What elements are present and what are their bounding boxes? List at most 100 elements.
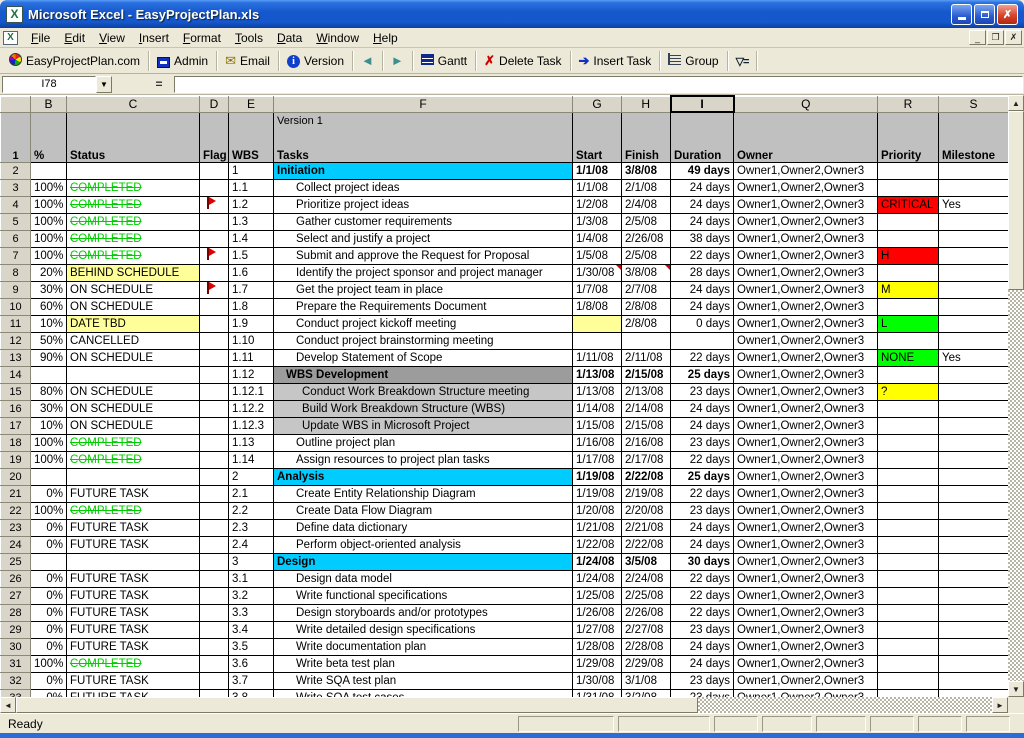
- restore-button[interactable]: [974, 4, 995, 25]
- row-header-26[interactable]: 26: [1, 570, 31, 587]
- cell-S26[interactable]: [939, 570, 1009, 587]
- cell-I31[interactable]: 24 days: [671, 655, 734, 672]
- cell-R8[interactable]: [878, 264, 939, 281]
- cell-G10[interactable]: 1/8/08: [573, 298, 622, 315]
- row-header-18[interactable]: 18: [1, 434, 31, 451]
- cell-Q9[interactable]: Owner1,Owner2,Owner3: [734, 281, 878, 298]
- cell-S9[interactable]: [939, 281, 1009, 298]
- cell-S33[interactable]: [939, 689, 1009, 697]
- cell-F22[interactable]: Create Data Flow Diagram: [274, 502, 573, 519]
- cell-C13[interactable]: ON SCHEDULE: [67, 349, 200, 366]
- cell-S17[interactable]: [939, 417, 1009, 434]
- menu-item-window[interactable]: Window: [309, 29, 366, 47]
- row-header-1[interactable]: 1: [1, 112, 31, 162]
- cell-S20[interactable]: [939, 468, 1009, 485]
- vertical-scrollbar[interactable]: ▲ ▼: [1008, 95, 1024, 697]
- select-all-corner[interactable]: [1, 96, 31, 112]
- cell-I11[interactable]: 0 days: [671, 315, 734, 332]
- cell-E10[interactable]: 1.8: [229, 298, 274, 315]
- cell-D23[interactable]: [200, 519, 229, 536]
- cell-B29[interactable]: 0%: [31, 621, 67, 638]
- cell-I12[interactable]: [671, 332, 734, 349]
- cell-H25[interactable]: 3/5/08: [622, 553, 671, 570]
- cell-F13[interactable]: Develop Statement of Scope: [274, 349, 573, 366]
- column-header-Q[interactable]: Q: [734, 96, 878, 112]
- cell-G33[interactable]: 1/31/08: [573, 689, 622, 697]
- cell-R15[interactable]: ?: [878, 383, 939, 400]
- cell-R28[interactable]: [878, 604, 939, 621]
- cell-E19[interactable]: 1.14: [229, 451, 274, 468]
- cell-R32[interactable]: [878, 672, 939, 689]
- cell-D1[interactable]: Flag: [200, 112, 229, 162]
- cell-S1[interactable]: Milestone: [939, 112, 1009, 162]
- cell-Q2[interactable]: Owner1,Owner2,Owner3: [734, 162, 878, 179]
- formula-input[interactable]: [174, 76, 1023, 93]
- cell-Q19[interactable]: Owner1,Owner2,Owner3: [734, 451, 878, 468]
- cell-D26[interactable]: [200, 570, 229, 587]
- cell-B12[interactable]: 50%: [31, 332, 67, 349]
- cell-B4[interactable]: 100%: [31, 196, 67, 213]
- cell-F31[interactable]: Write beta test plan: [274, 655, 573, 672]
- cell-E16[interactable]: 1.12.2: [229, 400, 274, 417]
- row-header-29[interactable]: 29: [1, 621, 31, 638]
- cell-I14[interactable]: 25 days: [671, 366, 734, 383]
- cell-Q13[interactable]: Owner1,Owner2,Owner3: [734, 349, 878, 366]
- cell-D15[interactable]: [200, 383, 229, 400]
- cell-H17[interactable]: 2/15/08: [622, 417, 671, 434]
- cell-F14[interactable]: WBS Development: [274, 366, 573, 383]
- cell-Q26[interactable]: Owner1,Owner2,Owner3: [734, 570, 878, 587]
- toolbar-button-gantt[interactable]: Gantt: [415, 50, 473, 72]
- cell-B17[interactable]: 10%: [31, 417, 67, 434]
- cell-D22[interactable]: [200, 502, 229, 519]
- cell-D7[interactable]: [200, 247, 229, 264]
- cell-H16[interactable]: 2/14/08: [622, 400, 671, 417]
- toolbar-button-delete-task[interactable]: ✗Delete Task: [478, 50, 567, 72]
- cell-E20[interactable]: 2: [229, 468, 274, 485]
- horizontal-scrollbar[interactable]: ◄ ►: [0, 697, 1008, 713]
- cell-H8[interactable]: 3/8/08: [622, 264, 671, 281]
- cell-S4[interactable]: Yes: [939, 196, 1009, 213]
- cell-S5[interactable]: [939, 213, 1009, 230]
- cell-S11[interactable]: [939, 315, 1009, 332]
- cell-E28[interactable]: 3.3: [229, 604, 274, 621]
- cell-F20[interactable]: Analysis: [274, 468, 573, 485]
- cell-B11[interactable]: 10%: [31, 315, 67, 332]
- cell-H20[interactable]: 2/22/08: [622, 468, 671, 485]
- row-header-25[interactable]: 25: [1, 553, 31, 570]
- cell-B26[interactable]: 0%: [31, 570, 67, 587]
- cell-F7[interactable]: Submit and approve the Request for Propo…: [274, 247, 573, 264]
- cell-E26[interactable]: 3.1: [229, 570, 274, 587]
- toolbar-button-easyprojectplan-com[interactable]: EasyProjectPlan.com: [3, 50, 146, 72]
- cell-G25[interactable]: 1/24/08: [573, 553, 622, 570]
- cell-Q20[interactable]: Owner1,Owner2,Owner3: [734, 468, 878, 485]
- row-header-8[interactable]: 8: [1, 264, 31, 281]
- cell-E23[interactable]: 2.3: [229, 519, 274, 536]
- cell-Q4[interactable]: Owner1,Owner2,Owner3: [734, 196, 878, 213]
- cell-Q17[interactable]: Owner1,Owner2,Owner3: [734, 417, 878, 434]
- cell-R24[interactable]: [878, 536, 939, 553]
- cell-D10[interactable]: [200, 298, 229, 315]
- cell-D3[interactable]: [200, 179, 229, 196]
- cell-B15[interactable]: 80%: [31, 383, 67, 400]
- cell-B13[interactable]: 90%: [31, 349, 67, 366]
- cell-D31[interactable]: [200, 655, 229, 672]
- cell-F5[interactable]: Gather customer requirements: [274, 213, 573, 230]
- row-header-3[interactable]: 3: [1, 179, 31, 196]
- cell-S14[interactable]: [939, 366, 1009, 383]
- cell-Q27[interactable]: Owner1,Owner2,Owner3: [734, 587, 878, 604]
- row-header-7[interactable]: 7: [1, 247, 31, 264]
- cell-I24[interactable]: 24 days: [671, 536, 734, 553]
- cell-R17[interactable]: [878, 417, 939, 434]
- edit-formula-button[interactable]: =: [150, 76, 168, 92]
- cell-B22[interactable]: 100%: [31, 502, 67, 519]
- cell-F1[interactable]: TasksVersion 1: [274, 112, 573, 162]
- cell-G12[interactable]: [573, 332, 622, 349]
- row-header-20[interactable]: 20: [1, 468, 31, 485]
- cell-S27[interactable]: [939, 587, 1009, 604]
- cell-S13[interactable]: Yes: [939, 349, 1009, 366]
- cell-S15[interactable]: [939, 383, 1009, 400]
- column-header-S[interactable]: S: [939, 96, 1009, 112]
- cell-I20[interactable]: 25 days: [671, 468, 734, 485]
- cell-G13[interactable]: 1/11/08: [573, 349, 622, 366]
- toolbar-button-email[interactable]: ✉Email: [219, 50, 276, 72]
